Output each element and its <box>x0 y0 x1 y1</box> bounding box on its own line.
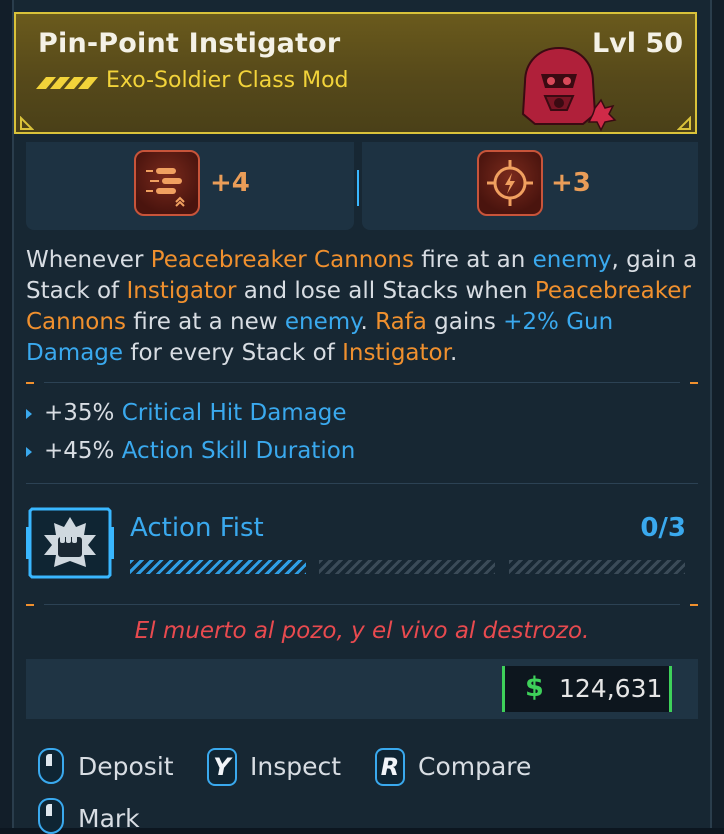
section-divider <box>26 382 698 384</box>
corner-mark-left-icon <box>20 116 34 130</box>
flavor-text: El muerto al pozo, y el vivo al destrozo… <box>134 618 590 644</box>
price-box: $ 124,631 <box>502 666 672 712</box>
keyword-enemy: enemy <box>284 309 361 335</box>
exo-soldier-class-icon <box>521 46 617 132</box>
skill-bonus-value-right: +3 <box>551 168 591 198</box>
rarity-chevrons-icon <box>36 77 98 89</box>
mark-action[interactable]: Mark <box>78 804 140 833</box>
item-description: Whenever Peacebreaker Cannons fire at an… <box>26 245 702 369</box>
progress-segment <box>130 560 306 574</box>
background-right <box>712 0 724 828</box>
description-text: gains <box>426 309 504 335</box>
keyword-rafa: Rafa <box>375 309 427 335</box>
description-text: . <box>360 309 376 335</box>
description-text: Whenever <box>26 247 151 273</box>
bonus-value: +35% <box>44 400 115 426</box>
key-y-icon: Y <box>207 748 237 786</box>
mouse-middle-icon <box>38 798 64 834</box>
inspect-action[interactable]: Inspect <box>250 752 341 781</box>
bonus-value: +45% <box>44 438 115 464</box>
progress-segment <box>319 560 495 574</box>
action-fist-label: Action Fist <box>130 513 264 543</box>
cash-icon: $ <box>525 672 544 703</box>
section-divider <box>26 604 698 606</box>
item-name: Pin-Point Instigator <box>38 28 341 59</box>
description-text: . <box>449 340 458 366</box>
skill-bonus-divider <box>357 170 359 206</box>
keyword-instigator: Instigator <box>342 340 450 366</box>
action-fist-progress: 0/3 <box>640 513 686 543</box>
description-text: fire at an <box>413 247 533 273</box>
mouse-left-icon <box>38 748 64 784</box>
keyword-peacebreaker-cannons: Peacebreaker Cannons <box>150 247 414 273</box>
compare-action[interactable]: Compare <box>418 752 531 781</box>
progress-segment <box>509 560 685 574</box>
bonus-label: Action Skill Duration <box>121 438 356 464</box>
price-value: 124,631 <box>559 674 663 703</box>
description-text: fire at a new <box>125 309 285 335</box>
item-header: Pin-Point Instigator Exo-Soldier Class M… <box>14 12 697 134</box>
price-bar: $ 124,631 <box>26 659 698 719</box>
crosshair-skill-icon[interactable] <box>477 150 543 216</box>
bullet-arrow-icon <box>26 408 32 419</box>
skill-bonus-value-left: +4 <box>210 168 250 198</box>
bonus-label: Critical Hit Damage <box>121 400 347 426</box>
action-fist-icon <box>26 507 114 579</box>
stat-bonus-item: +45% Action Skill Duration <box>26 438 355 464</box>
item-type: Exo-Soldier Class Mod <box>106 68 349 93</box>
section-divider <box>26 483 698 485</box>
background-left <box>0 0 12 828</box>
keyword-enemy: enemy <box>532 247 612 273</box>
deposit-action[interactable]: Deposit <box>78 752 174 781</box>
corner-mark-right-icon <box>677 116 691 130</box>
key-r-icon: R <box>375 748 405 786</box>
keyword-instigator: Instigator <box>126 278 237 304</box>
bullet-arrow-icon <box>26 446 32 457</box>
action-fist-section: Action Fist 0/3 <box>26 495 698 590</box>
description-text: and lose all Stacks when <box>236 278 535 304</box>
bullets-skill-icon[interactable] <box>134 150 200 216</box>
description-text: for every Stack of <box>123 340 343 366</box>
stat-bonus-item: +35% Critical Hit Damage <box>26 400 347 426</box>
